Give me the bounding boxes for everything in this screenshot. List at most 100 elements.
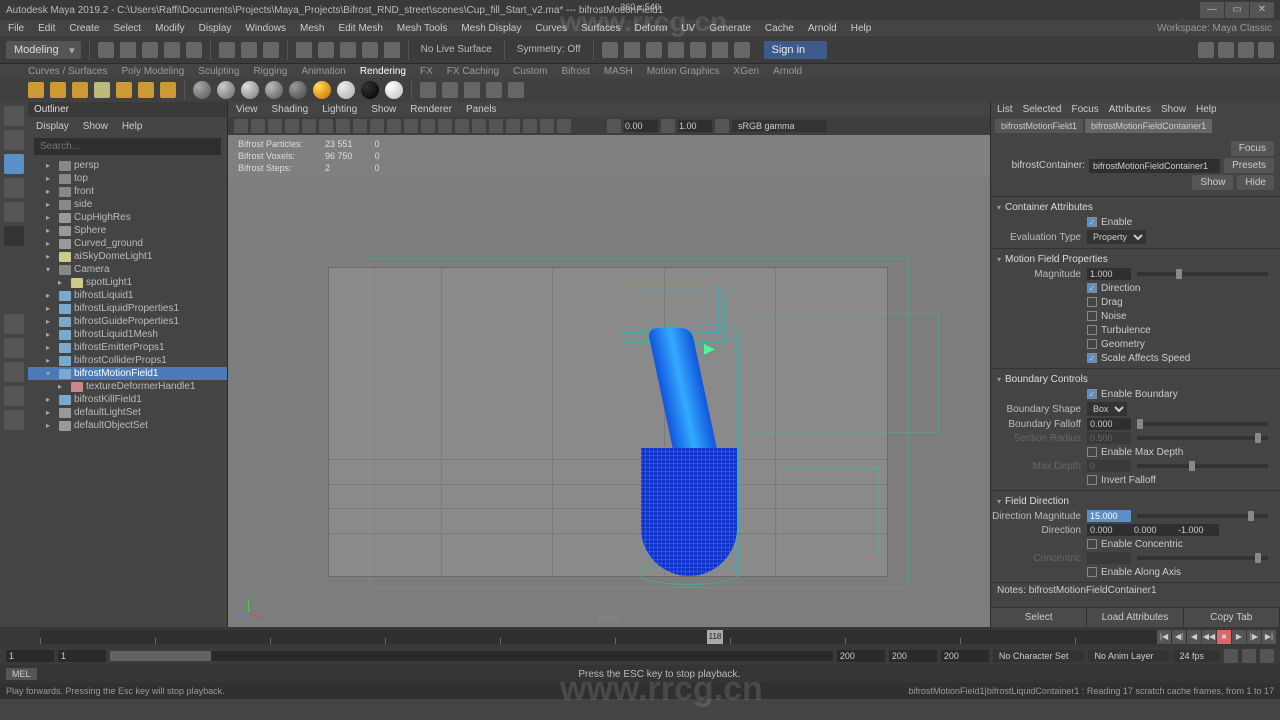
- menu-surfaces[interactable]: Surfaces: [581, 23, 620, 34]
- shelf-tab-bifrost[interactable]: Bifrost: [561, 66, 589, 77]
- vp-tool-icon[interactable]: [489, 119, 503, 133]
- light-editor-icon[interactable]: [734, 42, 750, 58]
- turbulence-checkbox[interactable]: [1087, 325, 1097, 335]
- enable-alongaxis-checkbox[interactable]: [1087, 567, 1097, 577]
- ae-menu-attrs[interactable]: Attributes: [1109, 104, 1151, 115]
- vp-menu-panels[interactable]: Panels: [466, 104, 497, 115]
- outliner-item[interactable]: ▸textureDeformerHandle1: [28, 380, 227, 393]
- shelf-btn[interactable]: [420, 82, 436, 98]
- goto-start-button[interactable]: |◀: [1157, 630, 1171, 644]
- vp-tool-icon[interactable]: [268, 119, 282, 133]
- container-name-field[interactable]: [1089, 159, 1220, 173]
- hypershade-icon[interactable]: [668, 42, 684, 58]
- outliner-item[interactable]: ▸defaultObjectSet: [28, 419, 227, 432]
- vp-tool-icon[interactable]: [421, 119, 435, 133]
- signin-button[interactable]: Sign in: [764, 41, 828, 59]
- menu-modify[interactable]: Modify: [155, 23, 184, 34]
- material-aniso[interactable]: [289, 81, 307, 99]
- vp-menu-view[interactable]: View: [236, 104, 258, 115]
- ae-menu-help[interactable]: Help: [1196, 104, 1217, 115]
- shelf-btn[interactable]: [116, 82, 132, 98]
- menu-windows[interactable]: Windows: [245, 23, 286, 34]
- last-tool[interactable]: [4, 226, 24, 246]
- minimize-button[interactable]: —: [1200, 2, 1224, 18]
- snap-curve-icon[interactable]: [318, 42, 334, 58]
- tool-settings-icon[interactable]: [1258, 42, 1274, 58]
- enable-concentric-checkbox[interactable]: [1087, 539, 1097, 549]
- shelf-btn[interactable]: [50, 82, 66, 98]
- playback-end-input[interactable]: [837, 650, 885, 662]
- vp-tool-icon[interactable]: [387, 119, 401, 133]
- magnitude-input[interactable]: [1087, 268, 1131, 280]
- outliner-item[interactable]: ▸bifrostGuideProperties1: [28, 315, 227, 328]
- section-boundary[interactable]: Boundary Controls: [991, 372, 1280, 387]
- script-lang-toggle[interactable]: MEL: [6, 668, 37, 680]
- shelf-tab-custom[interactable]: Custom: [513, 66, 547, 77]
- copy-tab-button[interactable]: Copy Tab: [1184, 608, 1280, 627]
- material-lambert[interactable]: [193, 81, 211, 99]
- outliner-item[interactable]: ▸Curved_ground: [28, 237, 227, 250]
- outliner-item[interactable]: ▸bifrostKillField1: [28, 393, 227, 406]
- near-clip-input[interactable]: [624, 120, 658, 132]
- mode-dropdown[interactable]: Modeling: [6, 41, 81, 59]
- lasso-icon[interactable]: [241, 42, 257, 58]
- vp-menu-shading[interactable]: Shading: [272, 104, 309, 115]
- hide-button[interactable]: Hide: [1237, 175, 1274, 190]
- vp-tool-icon[interactable]: [540, 119, 554, 133]
- material-blinn[interactable]: [217, 81, 235, 99]
- material-phonge[interactable]: [265, 81, 283, 99]
- geometry-checkbox[interactable]: [1087, 339, 1097, 349]
- paint-select-icon[interactable]: [263, 42, 279, 58]
- shelf-btn[interactable]: [486, 82, 502, 98]
- anim-end-input[interactable]: [889, 650, 937, 662]
- vp-tool-icon[interactable]: [353, 119, 367, 133]
- fps-dropdown[interactable]: 24 fps: [1173, 650, 1220, 662]
- menu-file[interactable]: File: [8, 23, 24, 34]
- new-scene-icon[interactable]: [98, 42, 114, 58]
- menu-create[interactable]: Create: [69, 23, 99, 34]
- select-mode-icon[interactable]: [219, 42, 235, 58]
- play-forward-button[interactable]: ■: [1217, 630, 1231, 644]
- exposure-icon[interactable]: [607, 119, 621, 133]
- layout1[interactable]: [4, 362, 24, 382]
- shelf-btn[interactable]: [442, 82, 458, 98]
- step-back-key-button[interactable]: ◀|: [1172, 630, 1186, 644]
- shelf-tab-arnold[interactable]: Arnold: [773, 66, 802, 77]
- shelf-tab-poly[interactable]: Poly Modeling: [121, 66, 184, 77]
- menu-mesh[interactable]: Mesh: [300, 23, 324, 34]
- open-scene-icon[interactable]: [120, 42, 136, 58]
- outliner-item[interactable]: ▸aiSkyDomeLight1: [28, 250, 227, 263]
- section-field-direction[interactable]: Field Direction: [991, 494, 1280, 509]
- shelf-btn[interactable]: [94, 82, 110, 98]
- gamma-dropdown[interactable]: sRGB gamma: [732, 120, 827, 132]
- ae-tab-container[interactable]: bifrostMotionFieldContainer1: [1085, 119, 1212, 133]
- menu-generate[interactable]: Generate: [709, 23, 751, 34]
- show-button[interactable]: Show: [1192, 175, 1233, 190]
- outliner-item[interactable]: ▸bifrostColliderProps1: [28, 354, 227, 367]
- material-layered[interactable]: [337, 81, 355, 99]
- render-settings-icon[interactable]: [646, 42, 662, 58]
- boundary-falloff-input[interactable]: [1087, 418, 1131, 430]
- shelf-tab-sculpt[interactable]: Sculpting: [198, 66, 239, 77]
- vp-tool-icon[interactable]: [404, 119, 418, 133]
- outliner-tree[interactable]: ▸persp▸top▸front▸side▸CupHighRes▸Sphere▸…: [28, 157, 227, 627]
- shelf-btn[interactable]: [28, 82, 44, 98]
- outliner-item[interactable]: ▸bifrostLiquid1Mesh: [28, 328, 227, 341]
- vp-menu-lighting[interactable]: Lighting: [322, 104, 357, 115]
- viewport-canvas[interactable]: ▶ persp: [228, 177, 990, 627]
- vp-tool-icon[interactable]: [370, 119, 384, 133]
- vp-tool-icon[interactable]: [336, 119, 350, 133]
- lasso-tool[interactable]: [4, 130, 24, 150]
- material-phong[interactable]: [241, 81, 259, 99]
- outliner-menu-show[interactable]: Show: [83, 121, 108, 132]
- magnitude-slider[interactable]: [1137, 272, 1268, 276]
- eval-type-select[interactable]: Property: [1087, 230, 1146, 244]
- anim-layer-dropdown[interactable]: No Anim Layer: [1088, 650, 1169, 662]
- direction-mag-input[interactable]: [1087, 510, 1131, 522]
- range-bar[interactable]: [110, 651, 833, 661]
- redo-icon[interactable]: [186, 42, 202, 58]
- undo-icon[interactable]: [164, 42, 180, 58]
- shelf-tab-mash[interactable]: MASH: [604, 66, 633, 77]
- ae-menu-list[interactable]: List: [997, 104, 1013, 115]
- menu-select[interactable]: Select: [113, 23, 141, 34]
